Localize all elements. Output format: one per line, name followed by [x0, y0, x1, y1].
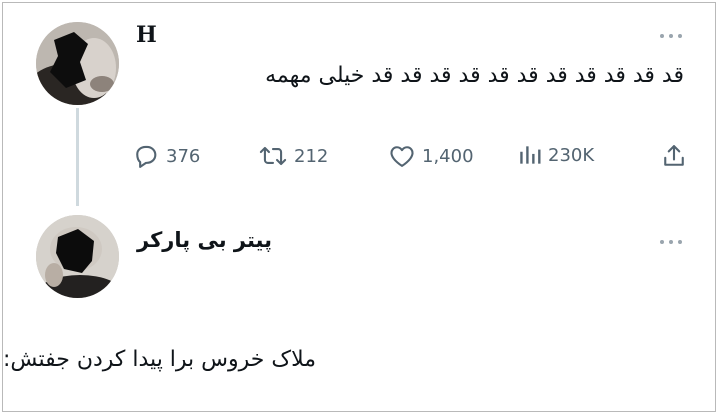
more-icon[interactable] [660, 238, 682, 246]
views-icon [520, 146, 541, 164]
views-button[interactable]: 230K [518, 142, 594, 168]
tweet-1[interactable]: H قد قد قد قد قد قد قد قد قد قد قد خیلی … [0, 0, 720, 206]
like-button[interactable]: 1,400 [388, 142, 474, 170]
heart-icon [390, 146, 414, 167]
tweet-text: ملاک خروس برا پیدا کردن جفتش: [3, 347, 316, 372]
tweet-actions: 376 212 1,400 230K [132, 142, 692, 174]
tweet-text: قد قد قد قد قد قد قد قد قد قد قد خیلی مه… [265, 63, 684, 88]
avatar-photo [36, 22, 119, 105]
thread-connector-line [76, 108, 79, 206]
like-count: 1,400 [422, 145, 474, 167]
avatar[interactable] [36, 22, 119, 105]
share-icon [664, 145, 684, 166]
author-name[interactable]: پیتر بی پارکر [137, 228, 272, 252]
retweet-icon [259, 146, 287, 166]
retweet-button[interactable]: 212 [258, 142, 328, 170]
more-icon[interactable] [660, 32, 682, 40]
avatar[interactable] [36, 215, 119, 298]
views-count: 230K [548, 144, 595, 166]
retweet-count: 212 [294, 145, 329, 167]
reply-icon [136, 145, 157, 168]
reply-button[interactable]: 376 [132, 142, 200, 170]
avatar-photo [36, 215, 119, 298]
reply-count: 376 [166, 145, 201, 167]
share-button[interactable] [660, 142, 688, 170]
author-name[interactable]: H [136, 22, 157, 48]
